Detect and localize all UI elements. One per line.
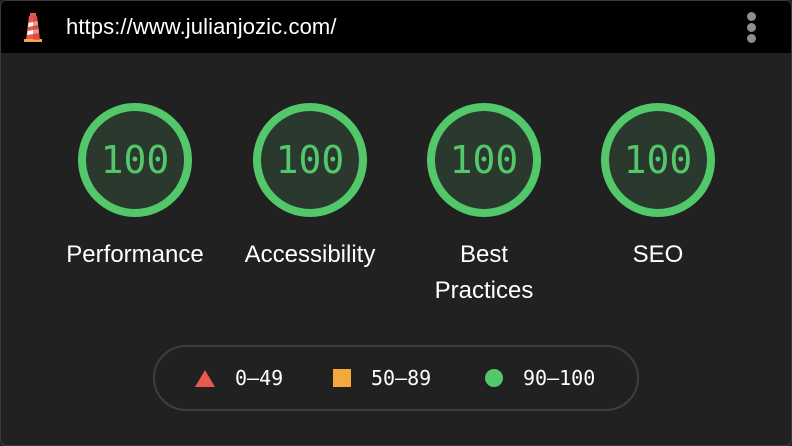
legend-item-average: 50–89 — [333, 347, 431, 409]
gauge-score: 100 — [623, 138, 693, 182]
lighthouse-report-frame: https://www.julianjozic.com/ 100 Perform… — [0, 0, 792, 446]
gauge-seo[interactable]: 100 SEO — [568, 101, 748, 273]
legend-item-pass: 90–100 — [485, 347, 595, 409]
gauge-performance[interactable]: 100 Performance — [45, 101, 225, 273]
score-ring: 100 — [76, 101, 194, 219]
page-url: https://www.julianjozic.com/ — [66, 14, 337, 39]
gauge-score: 100 — [449, 138, 519, 182]
score-ring: 100 — [425, 101, 543, 219]
score-ring: 100 — [251, 101, 369, 219]
gauge-label: Best Practices — [434, 241, 534, 304]
lighthouse-icon — [24, 13, 42, 42]
score-gauges: 100 Performance 100 Accessibility 100 Be… — [1, 101, 791, 311]
circle-icon — [485, 369, 503, 387]
legend-item-fail: 0–49 — [195, 347, 283, 409]
gauge-label: Performance — [66, 241, 204, 268]
legend-range: 50–89 — [371, 366, 432, 390]
gauge-score: 100 — [275, 138, 345, 182]
kebab-menu-icon[interactable] — [745, 12, 757, 44]
triangle-icon — [195, 369, 215, 387]
legend-range: 0–49 — [235, 366, 284, 390]
legend-range: 90–100 — [523, 366, 596, 390]
gauge-label: Accessibility — [244, 241, 376, 268]
score-legend: 0–49 50–89 90–100 — [153, 345, 639, 411]
score-ring: 100 — [599, 101, 717, 219]
gauge-best-practices[interactable]: 100 Best Practices — [394, 101, 574, 309]
gauge-accessibility[interactable]: 100 Accessibility — [220, 101, 400, 273]
gauge-label: SEO — [632, 241, 684, 268]
gauge-score: 100 — [100, 138, 170, 182]
square-icon — [333, 369, 351, 387]
report-header: https://www.julianjozic.com/ — [1, 1, 791, 53]
